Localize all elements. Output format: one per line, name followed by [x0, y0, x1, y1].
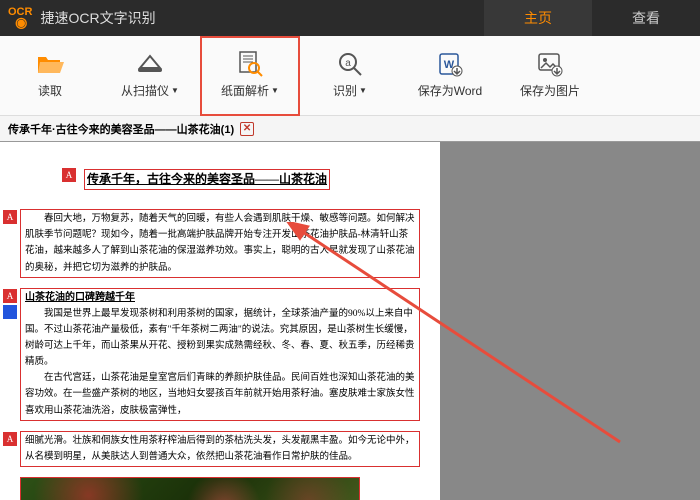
svg-text:a: a — [345, 58, 351, 69]
chevron-down-icon: ▼ — [171, 86, 179, 95]
subheading: 山茶花油的口碑跨越千年 — [25, 290, 415, 306]
region-marker-blue — [3, 305, 17, 319]
image-region[interactable] — [20, 477, 360, 500]
parse-button[interactable]: 纸面解析▼ — [200, 36, 300, 116]
folder-open-icon — [36, 52, 64, 76]
recognize-icon: a — [336, 52, 364, 76]
chevron-down-icon: ▼ — [359, 86, 367, 95]
region-marker: A — [62, 168, 76, 182]
paragraph: 春回大地，万物复苏，随着天气的回暖，有些人会遇到肌肤干燥、敏感等问题。如何解决肌… — [25, 211, 415, 276]
content-area: A 传承千年，古往今来的美容圣品——山茶花油 A 春回大地，万物复苏，随着天气的… — [0, 142, 700, 500]
text-region[interactable]: A 山茶花油的口碑跨越千年 我国是世界上最早发现茶树和利用茶树的国家，据统计，全… — [20, 288, 420, 421]
document-search-icon — [236, 52, 264, 76]
document-tab-bar: 传承千年·古往今来的美容圣品——山茶花油(1) ✕ — [0, 116, 700, 142]
region-marker: A — [3, 210, 17, 224]
paragraph: 细腻光滑。壮族和侗族女性用茶籽榨油后得到的茶枯洗头发，头发靓黑丰盈。如今无论中外… — [25, 433, 415, 465]
chevron-down-icon: ▼ — [271, 86, 279, 95]
text-region[interactable]: A 细腻光滑。壮族和侗族女性用茶籽榨油后得到的茶枯洗头发，头发靓黑丰盈。如今无论… — [20, 431, 420, 467]
top-tabs: 主页 查看 — [484, 0, 700, 36]
recognize-button[interactable]: a 识别▼ — [300, 36, 400, 116]
text-region[interactable]: A 春回大地，万物复苏，随着天气的回暖，有些人会遇到肌肤干燥、敏感等问题。如何解… — [20, 209, 420, 278]
save-word-button[interactable]: W 保存为Word — [400, 36, 500, 116]
region-marker: A — [3, 289, 17, 303]
doc-heading: 传承千年，古往今来的美容圣品——山茶花油 — [84, 169, 330, 190]
image-icon — [536, 52, 564, 76]
tab-home[interactable]: 主页 — [484, 0, 592, 36]
save-image-label: 保存为图片 — [520, 82, 580, 99]
document-view[interactable]: A 传承千年，古往今来的美容圣品——山茶花油 A 春回大地，万物复苏，随着天气的… — [0, 142, 440, 500]
recognize-label: 识别 — [333, 82, 357, 99]
toolbar: 读取 从扫描仪▼ 纸面解析▼ a 识别▼ W 保存为Word 保存为图片 — [0, 36, 700, 116]
word-icon: W — [436, 52, 464, 76]
side-panel — [440, 142, 700, 500]
read-label: 读取 — [38, 82, 62, 99]
save-word-label: 保存为Word — [418, 82, 482, 99]
app-logo: OCR◉ — [8, 7, 32, 29]
scanner-button[interactable]: 从扫描仪▼ — [100, 36, 200, 116]
close-icon[interactable]: ✕ — [240, 122, 254, 136]
app-title: 捷速OCR文字识别 — [40, 8, 155, 28]
title-bar: OCR◉ 捷速OCR文字识别 主页 查看 — [0, 0, 700, 36]
document-tab-title: 传承千年·古往今来的美容圣品——山茶花油(1) — [8, 121, 234, 137]
region-marker: A — [3, 432, 17, 446]
parse-label: 纸面解析 — [221, 82, 269, 99]
save-image-button[interactable]: 保存为图片 — [500, 36, 600, 116]
scanner-icon — [136, 52, 164, 76]
scanner-label: 从扫描仪 — [121, 82, 169, 99]
paragraph: 我国是世界上最早发现茶树和利用茶树的国家，据统计，全球茶油产量的90%以上来自中… — [25, 306, 415, 419]
tab-view[interactable]: 查看 — [592, 0, 700, 36]
read-button[interactable]: 读取 — [0, 36, 100, 116]
document-tab[interactable]: 传承千年·古往今来的美容圣品——山茶花油(1) ✕ — [8, 121, 254, 137]
